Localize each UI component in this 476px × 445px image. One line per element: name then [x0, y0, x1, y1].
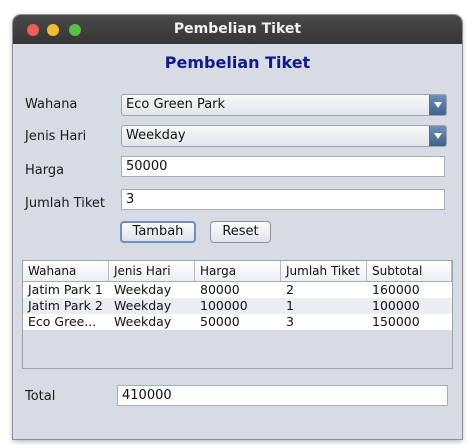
column-header-subtotal[interactable]: Subtotal — [367, 261, 452, 281]
column-header-wahana[interactable]: Wahana — [23, 261, 109, 281]
table-cell: 3 — [286, 314, 294, 329]
table-row[interactable]: Jatim Park 2 Weekday 100000 1 100000 — [23, 298, 452, 314]
table-cell: 2 — [286, 282, 294, 297]
chevron-down-icon[interactable] — [429, 126, 446, 146]
table-cell: Weekday — [114, 298, 172, 313]
table-cell: 1 — [286, 298, 294, 313]
table-cell: Eco Gree... — [28, 314, 97, 329]
table-cell: Weekday — [114, 314, 172, 329]
maximize-icon[interactable] — [69, 24, 81, 36]
reset-button[interactable]: Reset — [210, 221, 271, 243]
table-row[interactable]: Jatim Park 1 Weekday 80000 2 160000 — [23, 282, 452, 298]
table-cell: 80000 — [200, 282, 240, 297]
column-header-jenis-hari[interactable]: Jenis Hari — [109, 261, 195, 281]
wahana-selected: Eco Green Park — [126, 97, 226, 112]
tambah-button[interactable]: Tambah — [120, 221, 196, 243]
jenis-hari-selected: Weekday — [126, 128, 186, 143]
table-cell: Jatim Park 1 — [28, 282, 103, 297]
table-body: Jatim Park 1 Weekday 80000 2 160000 Jati… — [23, 282, 452, 330]
column-header-harga[interactable]: Harga — [195, 261, 281, 281]
page-title: Pembelian Tiket — [164, 53, 311, 72]
jenis-hari-label: Jenis Hari — [25, 129, 87, 144]
table-cell: Weekday — [114, 282, 172, 297]
minimize-icon[interactable] — [47, 24, 59, 36]
window-title: Pembelian Tiket — [173, 21, 302, 37]
table-cell: 100000 — [372, 298, 420, 313]
total-field[interactable]: 410000 — [117, 385, 448, 406]
table-cell: 150000 — [372, 314, 420, 329]
jumlah-tiket-field[interactable]: 3 — [121, 189, 445, 210]
table-cell: 50000 — [200, 314, 240, 329]
table-cell: Jatim Park 2 — [28, 298, 103, 313]
app-window: Pembelian Tiket Pembelian Tiket Wahana E… — [13, 15, 462, 439]
wahana-label: Wahana — [25, 97, 78, 112]
close-icon[interactable] — [27, 24, 39, 36]
title-bar[interactable]: Pembelian Tiket — [13, 15, 462, 44]
ticket-table[interactable]: Wahana Jenis Hari Harga Jumlah Tiket Sub… — [22, 260, 453, 369]
table-cell: 160000 — [372, 282, 420, 297]
chevron-down-icon[interactable] — [429, 95, 446, 115]
column-header-jumlah-tiket[interactable]: Jumlah Tiket — [281, 261, 367, 281]
jenis-hari-dropdown[interactable]: Weekday — [121, 125, 447, 147]
table-cell: 100000 — [200, 298, 248, 313]
harga-label: Harga — [25, 163, 65, 178]
wahana-dropdown[interactable]: Eco Green Park — [121, 94, 447, 116]
table-header: Wahana Jenis Hari Harga Jumlah Tiket Sub… — [23, 261, 452, 282]
jumlah-tiket-label: Jumlah Tiket — [25, 196, 105, 211]
harga-field[interactable]: 50000 — [121, 156, 445, 177]
table-row[interactable]: Eco Gree... Weekday 50000 3 150000 — [23, 314, 452, 330]
total-label: Total — [25, 389, 56, 404]
